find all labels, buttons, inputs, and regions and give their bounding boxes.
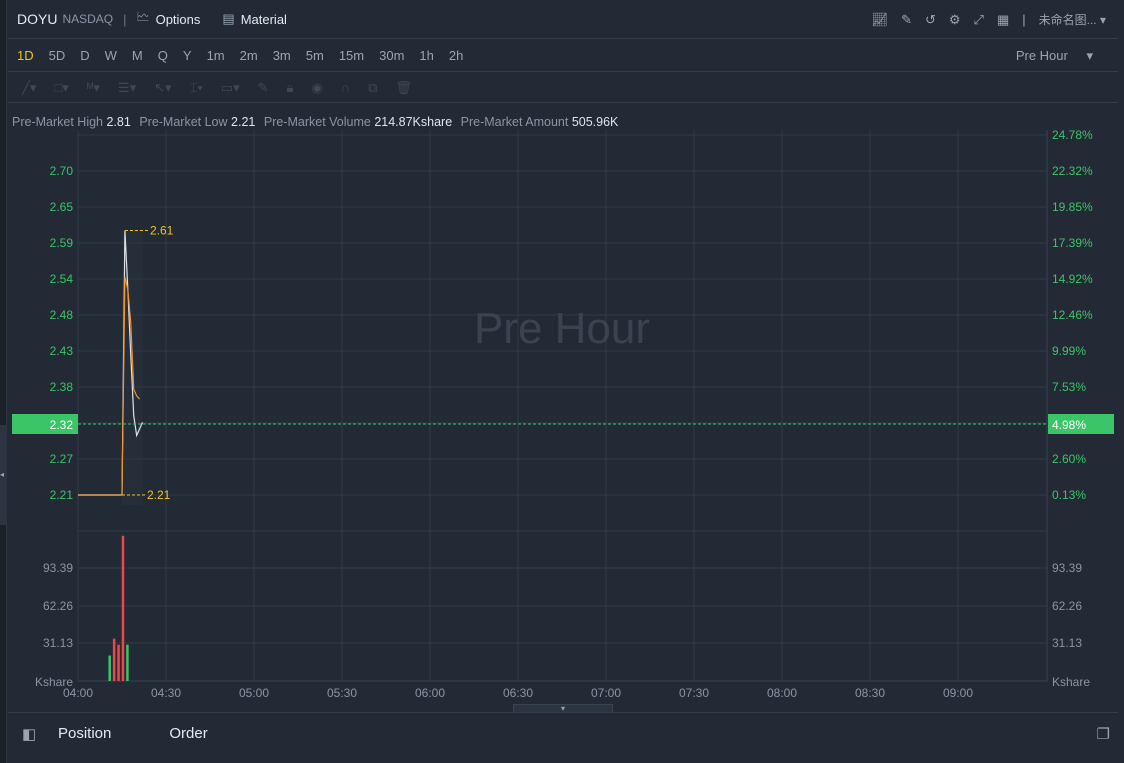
price-tick: 2.70	[50, 164, 74, 178]
tab-order[interactable]: Order	[169, 725, 207, 742]
tab-position[interactable]: Position	[58, 725, 111, 742]
time-tick: 07:30	[679, 686, 709, 700]
time-tick: 09:00	[943, 686, 973, 700]
percent-tick: 17.39%	[1052, 236, 1093, 250]
price-tick: 2.65	[50, 200, 74, 214]
volume-unit-right: Kshare	[1052, 675, 1090, 689]
time-tick: 05:00	[239, 686, 269, 700]
volume-bar	[112, 638, 116, 681]
percent-tick: 24.78%	[1052, 128, 1093, 142]
current-price: 2.32	[50, 418, 74, 432]
price-tick: 2.54	[50, 272, 74, 286]
current-pct: 4.98%	[1052, 418, 1086, 432]
price-tick: 2.59	[50, 236, 74, 250]
plot-area	[78, 130, 1047, 681]
volume-tick-right: 93.39	[1052, 561, 1082, 575]
price-tick: 2.43	[50, 344, 74, 358]
price-chart[interactable]: 04:00 04:30 05:00 05:30 06:00 06:30 07:00 07:30…	[0, 0, 1124, 712]
volume-bar	[117, 644, 120, 681]
volume-tick-right: 31.13	[1052, 636, 1082, 650]
low-marker: 2.21	[147, 488, 171, 502]
panel-toggle-icon[interactable]: ◧	[22, 725, 36, 743]
time-tick: 06:30	[503, 686, 533, 700]
percent-tick: 12.46%	[1052, 308, 1093, 322]
time-tick: 05:30	[327, 686, 357, 700]
percent-tick: 9.99%	[1052, 344, 1086, 358]
volume-unit: Kshare	[35, 675, 73, 689]
time-tick: 08:30	[855, 686, 885, 700]
percent-tick: 2.60%	[1052, 452, 1086, 466]
time-tick: 07:00	[591, 686, 621, 700]
watermark: Pre Hour	[474, 304, 650, 353]
volume-bar	[108, 655, 111, 681]
volume-bar	[126, 644, 129, 681]
volume-tick-right: 62.26	[1052, 599, 1082, 613]
percent-tick: 19.85%	[1052, 200, 1093, 214]
volume-tick: 93.39	[43, 561, 73, 575]
price-tick: 2.48	[50, 308, 74, 322]
bottom-panel: ◧ Position Order ❐	[8, 712, 1118, 754]
time-tick: 08:00	[767, 686, 797, 700]
time-tick: 06:00	[415, 686, 445, 700]
percent-tick: 14.92%	[1052, 272, 1093, 286]
percent-tick: 0.13%	[1052, 488, 1086, 502]
popout-icon[interactable]: ❐	[1097, 725, 1110, 743]
price-tick: 2.21	[50, 488, 74, 502]
price-tick: 2.27	[50, 452, 74, 466]
volume-tick: 31.13	[43, 636, 73, 650]
volume-bar	[121, 535, 125, 681]
percent-tick: 7.53%	[1052, 380, 1086, 394]
time-tick: 04:30	[151, 686, 181, 700]
price-tick: 2.38	[50, 380, 74, 394]
high-marker: 2.61	[150, 224, 174, 238]
volume-tick: 62.26	[43, 599, 73, 613]
percent-tick: 22.32%	[1052, 164, 1093, 178]
